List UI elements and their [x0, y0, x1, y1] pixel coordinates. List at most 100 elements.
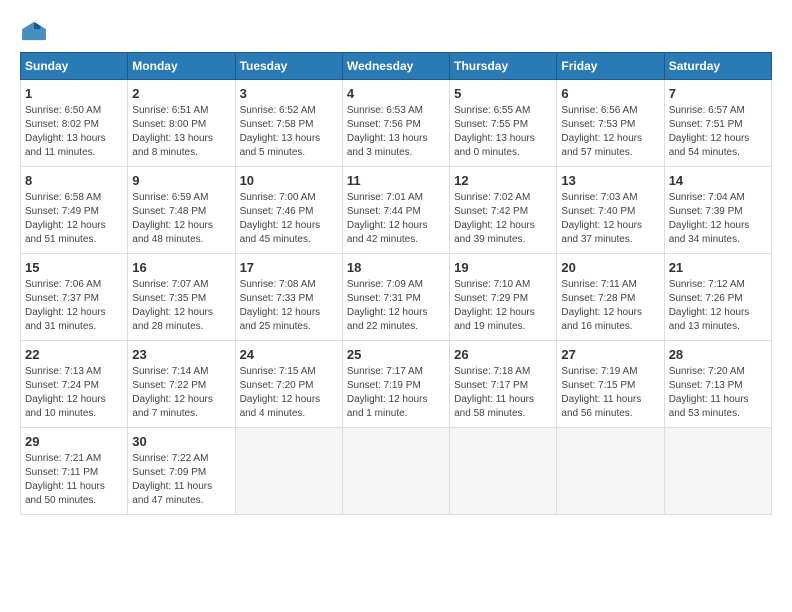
day-number: 19 [454, 260, 552, 275]
calendar-week-3: 15 Sunrise: 7:06 AM Sunset: 7:37 PM Dayli… [21, 254, 772, 341]
calendar-cell: 1 Sunrise: 6:50 AM Sunset: 8:02 PM Daylig… [21, 80, 128, 167]
calendar-week-4: 22 Sunrise: 7:13 AM Sunset: 7:24 PM Dayli… [21, 341, 772, 428]
day-number: 26 [454, 347, 552, 362]
day-info: Sunrise: 7:00 AM Sunset: 7:46 PM Dayligh… [240, 191, 338, 247]
calendar-cell: 8 Sunrise: 6:58 AM Sunset: 7:49 PM Daylig… [21, 167, 128, 254]
calendar-cell [557, 428, 664, 515]
day-info: Sunrise: 7:04 AM Sunset: 7:39 PM Dayligh… [669, 191, 767, 247]
day-number: 23 [132, 347, 230, 362]
calendar-cell: 19 Sunrise: 7:10 AM Sunset: 7:29 PM Dayli… [450, 254, 557, 341]
day-info: Sunrise: 6:50 AM Sunset: 8:02 PM Dayligh… [25, 104, 123, 160]
day-number: 22 [25, 347, 123, 362]
calendar-cell: 3 Sunrise: 6:52 AM Sunset: 7:58 PM Daylig… [235, 80, 342, 167]
calendar-cell: 27Sunrise: 7:19 AM Sunset: 7:15 PM Dayli… [557, 341, 664, 428]
day-info: Sunrise: 7:03 AM Sunset: 7:40 PM Dayligh… [561, 191, 659, 247]
calendar-cell: 11 Sunrise: 7:01 AM Sunset: 7:44 PM Dayli… [342, 167, 449, 254]
calendar-cell: 9 Sunrise: 6:59 AM Sunset: 7:48 PM Daylig… [128, 167, 235, 254]
day-number: 30 [132, 434, 230, 449]
day-info: Sunrise: 7:01 AM Sunset: 7:44 PM Dayligh… [347, 191, 445, 247]
calendar-week-2: 8 Sunrise: 6:58 AM Sunset: 7:49 PM Daylig… [21, 167, 772, 254]
day-number: 15 [25, 260, 123, 275]
day-header-wednesday: Wednesday [342, 53, 449, 80]
day-info: Sunrise: 7:14 AM Sunset: 7:22 PM Dayligh… [132, 365, 230, 421]
calendar-cell: 23 Sunrise: 7:14 AM Sunset: 7:22 PM Dayli… [128, 341, 235, 428]
calendar-cell: 22 Sunrise: 7:13 AM Sunset: 7:24 PM Dayli… [21, 341, 128, 428]
calendar-cell: 2 Sunrise: 6:51 AM Sunset: 8:00 PM Daylig… [128, 80, 235, 167]
day-info: Sunrise: 7:07 AM Sunset: 7:35 PM Dayligh… [132, 278, 230, 334]
day-header-sunday: Sunday [21, 53, 128, 80]
day-number: 10 [240, 173, 338, 188]
day-number: 7 [669, 86, 767, 101]
day-info: Sunrise: 6:53 AM Sunset: 7:56 PM Dayligh… [347, 104, 445, 160]
day-number: 29 [25, 434, 123, 449]
day-header-thursday: Thursday [450, 53, 557, 80]
day-info: Sunrise: 7:08 AM Sunset: 7:33 PM Dayligh… [240, 278, 338, 334]
calendar-cell: 30 Sunrise: 7:22 AM Sunset: 7:09 PM Dayli… [128, 428, 235, 515]
logo [20, 20, 52, 42]
calendar-cell: 17Sunrise: 7:08 AM Sunset: 7:33 PM Dayli… [235, 254, 342, 341]
day-info: Sunrise: 7:02 AM Sunset: 7:42 PM Dayligh… [454, 191, 552, 247]
calendar-week-5: 29 Sunrise: 7:21 AM Sunset: 7:11 PM Dayli… [21, 428, 772, 515]
day-info: Sunrise: 7:21 AM Sunset: 7:11 PM Dayligh… [25, 452, 123, 508]
page-header [20, 20, 772, 42]
day-number: 2 [132, 86, 230, 101]
day-info: Sunrise: 7:18 AM Sunset: 7:17 PM Dayligh… [454, 365, 552, 421]
calendar-cell: 18 Sunrise: 7:09 AM Sunset: 7:31 PM Dayli… [342, 254, 449, 341]
calendar-header: SundayMondayTuesdayWednesdayThursdayFrid… [21, 53, 772, 80]
header-row: SundayMondayTuesdayWednesdayThursdayFrid… [21, 53, 772, 80]
day-info: Sunrise: 7:22 AM Sunset: 7:09 PM Dayligh… [132, 452, 230, 508]
day-number: 20 [561, 260, 659, 275]
calendar-cell: 29 Sunrise: 7:21 AM Sunset: 7:11 PM Dayli… [21, 428, 128, 515]
calendar-cell: 14Sunrise: 7:04 AM Sunset: 7:39 PM Dayli… [664, 167, 771, 254]
calendar-week-1: 1 Sunrise: 6:50 AM Sunset: 8:02 PM Daylig… [21, 80, 772, 167]
calendar-cell: 21Sunrise: 7:12 AM Sunset: 7:26 PM Dayli… [664, 254, 771, 341]
calendar-cell: 20 Sunrise: 7:11 AM Sunset: 7:28 PM Dayli… [557, 254, 664, 341]
day-header-saturday: Saturday [664, 53, 771, 80]
day-info: Sunrise: 7:10 AM Sunset: 7:29 PM Dayligh… [454, 278, 552, 334]
calendar-cell: 10 Sunrise: 7:00 AM Sunset: 7:46 PM Dayli… [235, 167, 342, 254]
day-info: Sunrise: 7:13 AM Sunset: 7:24 PM Dayligh… [25, 365, 123, 421]
day-number: 13 [561, 173, 659, 188]
day-info: Sunrise: 7:06 AM Sunset: 7:37 PM Dayligh… [25, 278, 123, 334]
calendar-cell [664, 428, 771, 515]
calendar: SundayMondayTuesdayWednesdayThursdayFrid… [20, 52, 772, 515]
day-number: 8 [25, 173, 123, 188]
day-number: 21 [669, 260, 767, 275]
day-number: 28 [669, 347, 767, 362]
day-number: 1 [25, 86, 123, 101]
day-info: Sunrise: 6:59 AM Sunset: 7:48 PM Dayligh… [132, 191, 230, 247]
day-info: Sunrise: 7:15 AM Sunset: 7:20 PM Dayligh… [240, 365, 338, 421]
day-info: Sunrise: 6:56 AM Sunset: 7:53 PM Dayligh… [561, 104, 659, 160]
calendar-cell: 4 Sunrise: 6:53 AM Sunset: 7:56 PM Daylig… [342, 80, 449, 167]
calendar-cell: 7 Sunrise: 6:57 AM Sunset: 7:51 PM Daylig… [664, 80, 771, 167]
calendar-cell: 26 Sunrise: 7:18 AM Sunset: 7:17 PM Dayli… [450, 341, 557, 428]
calendar-cell [450, 428, 557, 515]
calendar-cell: 15 Sunrise: 7:06 AM Sunset: 7:37 PM Dayli… [21, 254, 128, 341]
day-info: Sunrise: 6:58 AM Sunset: 7:49 PM Dayligh… [25, 191, 123, 247]
day-info: Sunrise: 7:09 AM Sunset: 7:31 PM Dayligh… [347, 278, 445, 334]
day-number: 6 [561, 86, 659, 101]
day-number: 16 [132, 260, 230, 275]
day-info: Sunrise: 7:11 AM Sunset: 7:28 PM Dayligh… [561, 278, 659, 334]
day-info: Sunrise: 7:17 AM Sunset: 7:19 PM Dayligh… [347, 365, 445, 421]
day-number: 3 [240, 86, 338, 101]
day-number: 9 [132, 173, 230, 188]
day-number: 11 [347, 173, 445, 188]
logo-icon [20, 20, 48, 42]
day-number: 12 [454, 173, 552, 188]
calendar-cell [342, 428, 449, 515]
day-number: 25 [347, 347, 445, 362]
day-number: 4 [347, 86, 445, 101]
day-number: 5 [454, 86, 552, 101]
calendar-cell: 25 Sunrise: 7:17 AM Sunset: 7:19 PM Dayli… [342, 341, 449, 428]
calendar-cell: 16 Sunrise: 7:07 AM Sunset: 7:35 PM Dayli… [128, 254, 235, 341]
day-header-monday: Monday [128, 53, 235, 80]
day-info: Sunrise: 6:52 AM Sunset: 7:58 PM Dayligh… [240, 104, 338, 160]
day-info: Sunrise: 6:51 AM Sunset: 8:00 PM Dayligh… [132, 104, 230, 160]
calendar-cell [235, 428, 342, 515]
day-info: Sunrise: 7:20 AM Sunset: 7:13 PM Dayligh… [669, 365, 767, 421]
day-header-tuesday: Tuesday [235, 53, 342, 80]
day-number: 18 [347, 260, 445, 275]
calendar-cell: 6 Sunrise: 6:56 AM Sunset: 7:53 PM Daylig… [557, 80, 664, 167]
day-info: Sunrise: 6:57 AM Sunset: 7:51 PM Dayligh… [669, 104, 767, 160]
